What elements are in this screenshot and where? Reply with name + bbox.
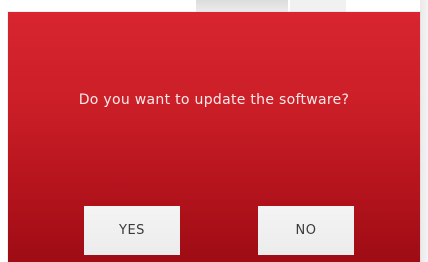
background-panel-secondary: [290, 0, 346, 12]
yes-button[interactable]: YES: [84, 206, 180, 255]
update-dialog: Do you want to update the software? YES …: [8, 12, 420, 262]
no-button[interactable]: NO: [258, 206, 354, 255]
dialog-message: Do you want to update the software?: [78, 92, 350, 108]
background-panel: [196, 0, 288, 12]
background-edge: [420, 0, 428, 262]
screen: Do you want to update the software? YES …: [0, 0, 428, 262]
